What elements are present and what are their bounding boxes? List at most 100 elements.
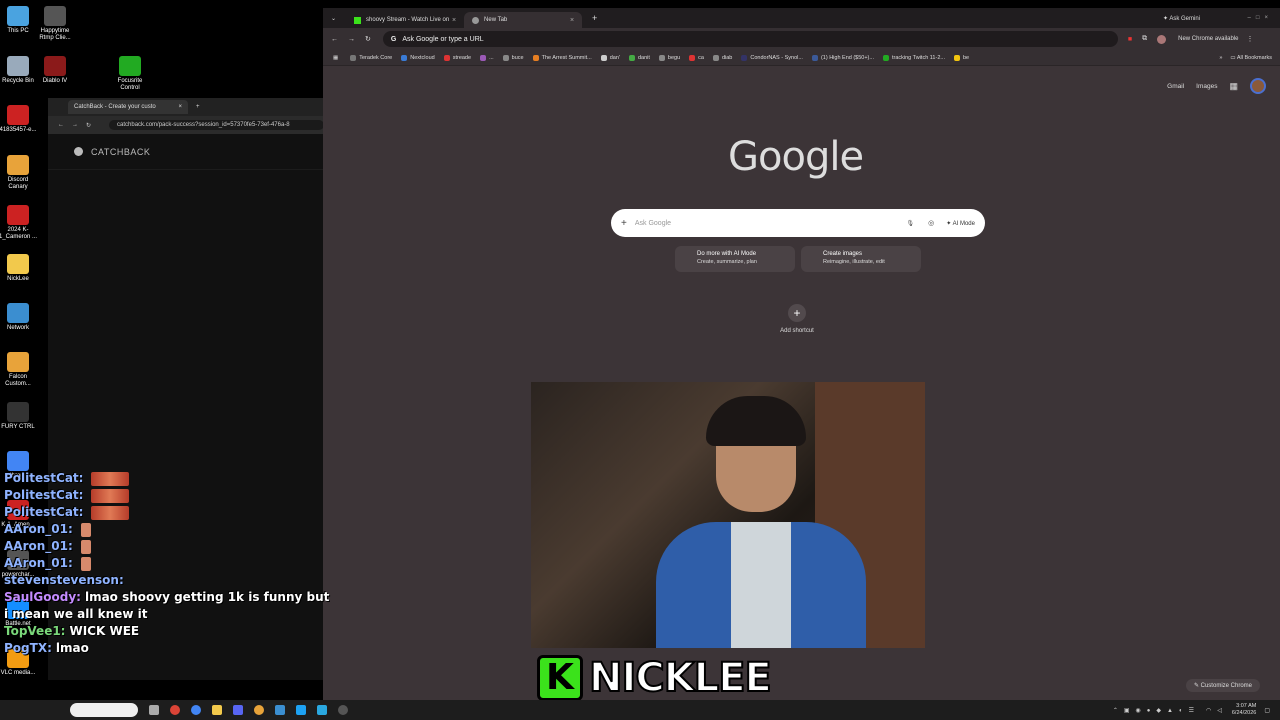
desktop-icon[interactable]: Discord Canary [0, 155, 38, 191]
bookmark-item[interactable]: The Arrest Summit... [532, 54, 592, 61]
chat-message-text: PogTX: lmao [4, 640, 89, 657]
taskbar-search[interactable] [70, 703, 138, 717]
desktop-icon[interactable]: NickLee [0, 254, 38, 283]
chat-message: PolitestCat: [4, 470, 334, 487]
profile-avatar[interactable] [1157, 34, 1167, 44]
apps-grid-icon[interactable]: ▦ [1229, 81, 1238, 92]
bookmark-item[interactable]: (1) High End ($50+)... [811, 54, 874, 61]
chrome-taskbar-icon[interactable] [170, 705, 180, 715]
tab-shoovy[interactable]: shoovy Stream - Watch Live on × [346, 12, 464, 28]
create-images-chip[interactable]: Create images Reimagine, illustrate, edi… [801, 246, 921, 272]
chat-message-text: AAron_01: [4, 521, 73, 538]
tab-title: shoovy Stream - Watch Live on [366, 17, 450, 23]
bookmark-item[interactable]: Nextcloud [401, 54, 435, 61]
desktop-icon[interactable]: Network [0, 303, 38, 332]
bookmark-item[interactable]: dan' [600, 54, 620, 61]
ai-mode-chip[interactable]: Do more with AI Mode Create, summarize, … [675, 246, 795, 272]
bookmark-item[interactable]: buce [502, 54, 524, 61]
apps-icon[interactable]: ▦ [333, 55, 338, 61]
mic-icon[interactable]: 🎙 [907, 220, 915, 227]
tray-icons[interactable]: ⌃▣◉●◆▲◐☰ [1113, 707, 1200, 714]
clock-time: 3:07 AM [1236, 703, 1257, 709]
discord-icon[interactable] [233, 705, 243, 715]
bookmark-item[interactable]: streade [443, 54, 471, 61]
tab-search-icon[interactable]: ⌄ [331, 15, 336, 22]
search-box[interactable]: + Ask Google 🎙 ◎ ✦ AI Mode [611, 209, 985, 237]
bookmark-item[interactable]: ... [480, 54, 494, 61]
bookmark-item[interactable]: begu [658, 54, 680, 61]
chrome-taskbar-icon[interactable] [191, 705, 201, 715]
tab-new-tab[interactable]: New Tab × [464, 12, 583, 28]
add-shortcut-button[interactable]: + Add shortcut [777, 304, 817, 334]
wifi-icon[interactable]: ◠ [1206, 707, 1211, 714]
new-tab-icon[interactable]: + [196, 104, 200, 110]
task-view-icon[interactable] [149, 705, 159, 715]
close-icon[interactable]: × [452, 17, 456, 24]
customize-chrome-button[interactable]: ✎ Customize Chrome [1185, 679, 1260, 692]
desktop-icon[interactable]: Falcon Custom... [0, 352, 38, 388]
volume-icon[interactable]: ◁ [1217, 707, 1222, 714]
app-icon [7, 254, 29, 274]
images-link[interactable]: Images [1196, 83, 1217, 90]
new-chrome-available-button[interactable]: New Chrome available [1178, 36, 1238, 42]
close-icon[interactable]: × [178, 104, 182, 110]
bookmark-item[interactable]: tracking Twitch 11-2... [882, 54, 945, 61]
omnibox[interactable]: G Ask Google or type a URL [382, 31, 1118, 47]
forward-icon[interactable]: → [72, 122, 78, 128]
catchback-header: CATCHBACK [48, 134, 324, 170]
desktop-icon-label: Falcon Custom... [5, 374, 31, 387]
app-icon[interactable] [275, 705, 285, 715]
favicon-icon [741, 54, 748, 61]
reload-icon[interactable]: ↻ [86, 122, 91, 129]
clock[interactable]: 3:07 AM 6/24/2026 [1232, 703, 1256, 717]
bookmark-item[interactable]: danit [628, 54, 650, 61]
lens-icon[interactable]: ◎ [928, 219, 934, 227]
all-bookmarks[interactable]: ▭ All Bookmarks [1230, 55, 1272, 61]
ai-mode-button[interactable]: ✦ AI Mode [946, 220, 975, 227]
catchback-url[interactable]: catchback.com/pack-success?session_id=57… [109, 120, 324, 130]
desktop-icon-label: Happytime Rtmp Clie... [39, 28, 71, 41]
bookmark-item[interactable]: ca [689, 54, 704, 61]
plus-icon[interactable]: + [621, 218, 627, 229]
puzzle-icon[interactable]: ⧉ [1142, 35, 1147, 43]
back-icon[interactable]: ← [331, 36, 338, 43]
close-icon[interactable]: × [570, 17, 574, 24]
desktop-icon[interactable]: 2024 K-1_Cameron ... [0, 205, 38, 241]
bookmark-label: diab [721, 54, 733, 61]
bookmark-item[interactable]: CondorNAS - Synol... [741, 54, 803, 61]
extension-icon[interactable]: ■ [1128, 36, 1132, 43]
ask-gemini-button[interactable]: ✦ Ask Gemini [1163, 15, 1200, 22]
desktop-icon[interactable]: Focusrite Control [110, 56, 150, 92]
gmail-link[interactable]: Gmail [1167, 83, 1184, 90]
back-icon[interactable]: ← [58, 122, 64, 128]
explorer-icon[interactable] [212, 705, 222, 715]
catchback-tab[interactable]: CatchBack - Create your custo × [68, 100, 188, 114]
new-tab-icon[interactable]: + [592, 13, 597, 23]
desktop-icon[interactable]: Diablo IV [35, 56, 75, 85]
app-icon[interactable] [338, 705, 348, 715]
desktop-icon[interactable]: FURY CTRL [0, 402, 38, 431]
desktop-icon[interactable]: Recycle Bin [0, 56, 38, 85]
forward-icon[interactable]: → [348, 36, 355, 43]
desktop-icon[interactable]: Happytime Rtmp Clie... [35, 6, 75, 42]
favicon-icon [401, 54, 408, 61]
reload-icon[interactable]: ↻ [365, 35, 371, 43]
account-avatar[interactable] [1250, 78, 1266, 94]
bookmark-item[interactable]: be [953, 54, 969, 61]
chat-username: PolitestCat: [4, 488, 84, 502]
bookmarks-overflow-icon[interactable]: » [1219, 55, 1222, 61]
desktop-icon[interactable]: 41835457-e... [0, 105, 38, 134]
menu-icon[interactable]: ⋮ [1246, 35, 1253, 43]
window-controls[interactable]: – □ × [1248, 15, 1268, 21]
bookmark-item[interactable]: diab [712, 54, 733, 61]
app-icon[interactable] [296, 705, 306, 715]
app-icon[interactable] [254, 705, 264, 715]
desktop-icon[interactable]: This PC [0, 6, 38, 35]
chip-title: Create images [823, 251, 863, 257]
app-icon[interactable] [317, 705, 327, 715]
desktop-icon-label: FURY CTRL [1, 424, 35, 430]
desktop-icon-label: Network [6, 325, 29, 331]
ai-mode-label: AI Mode [952, 220, 975, 227]
bookmark-item[interactable]: Teradek Core [350, 54, 392, 61]
notification-icon[interactable]: ▢ [1264, 707, 1270, 714]
